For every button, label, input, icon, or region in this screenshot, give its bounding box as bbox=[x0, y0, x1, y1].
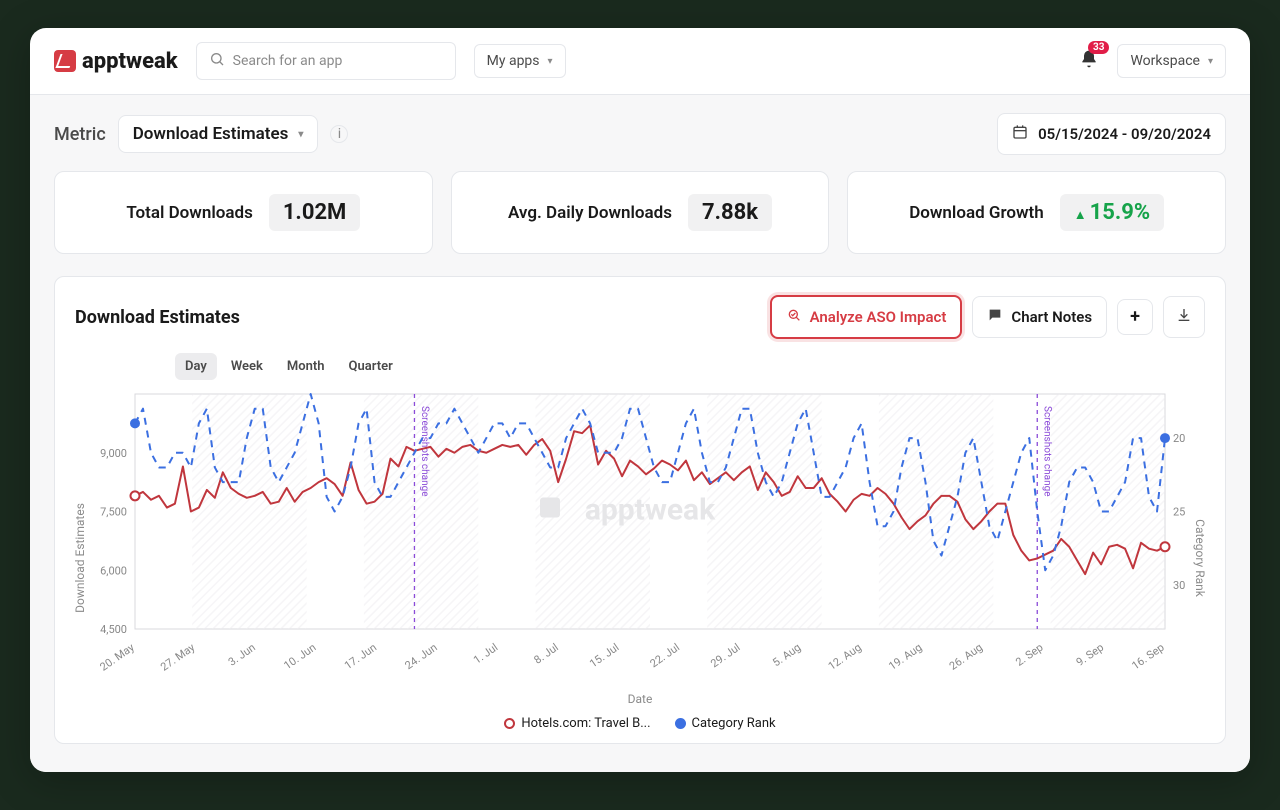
svg-text:29. Jul: 29. Jul bbox=[708, 641, 742, 670]
notifications-badge: 33 bbox=[1088, 41, 1109, 54]
svg-text:7,500: 7,500 bbox=[100, 506, 127, 519]
granularity-day[interactable]: Day bbox=[175, 353, 217, 380]
svg-text:10. Jun: 10. Jun bbox=[281, 641, 318, 672]
chevron-down-icon: ▾ bbox=[1208, 56, 1213, 67]
kpi-label: Avg. Daily Downloads bbox=[508, 203, 672, 223]
svg-text:6,000: 6,000 bbox=[100, 564, 127, 577]
kpi-value: ▲15.9% bbox=[1060, 194, 1164, 231]
legend-marker bbox=[504, 718, 515, 729]
chevron-down-icon: ▾ bbox=[548, 56, 553, 67]
x-axis-label: Date bbox=[75, 692, 1205, 706]
brand-name: apptweak bbox=[82, 49, 178, 74]
legend-label: Category Rank bbox=[692, 716, 776, 731]
svg-text:9,000: 9,000 bbox=[100, 447, 127, 460]
add-button[interactable]: + bbox=[1117, 299, 1153, 335]
metric-select[interactable]: Download Estimates ▾ bbox=[118, 115, 319, 153]
granularity-week[interactable]: Week bbox=[221, 353, 273, 380]
search-input[interactable]: Search for an app bbox=[196, 42, 456, 80]
search-placeholder: Search for an app bbox=[233, 53, 343, 69]
brand-mark-icon bbox=[54, 50, 76, 72]
kpi-card: Download Growth ▲15.9% bbox=[847, 171, 1226, 254]
download-button[interactable] bbox=[1163, 296, 1205, 338]
svg-text:3. Jun: 3. Jun bbox=[226, 641, 258, 669]
y-right-axis-label: Category Rank bbox=[1193, 519, 1207, 597]
svg-text:16. Sep: 16. Sep bbox=[1129, 641, 1166, 673]
search-icon bbox=[209, 51, 225, 71]
date-range-label: 05/15/2024 - 09/20/2024 bbox=[1038, 125, 1211, 143]
analyze-icon bbox=[786, 307, 802, 327]
y-left-axis-label: Download Estimates bbox=[73, 503, 87, 613]
svg-text:1. Jul: 1. Jul bbox=[471, 641, 500, 667]
notifications-button[interactable]: 33 bbox=[1079, 49, 1099, 74]
svg-text:4,500: 4,500 bbox=[100, 623, 127, 636]
my-apps-label: My apps bbox=[487, 53, 540, 69]
kpi-label: Total Downloads bbox=[126, 203, 252, 223]
svg-text:19. Aug: 19. Aug bbox=[886, 641, 924, 673]
kpi-label: Download Growth bbox=[909, 203, 1044, 223]
chevron-down-icon: ▾ bbox=[298, 129, 303, 140]
date-range-picker[interactable]: 05/15/2024 - 09/20/2024 bbox=[997, 113, 1226, 155]
svg-text:25: 25 bbox=[1173, 506, 1185, 519]
svg-text:apptweak: apptweak bbox=[585, 493, 716, 528]
kpi-value: 7.88k bbox=[688, 194, 772, 231]
analyze-aso-button[interactable]: Analyze ASO Impact bbox=[770, 295, 963, 339]
svg-text:20. May: 20. May bbox=[98, 640, 138, 673]
analyze-label: Analyze ASO Impact bbox=[810, 308, 947, 326]
granularity-month[interactable]: Month bbox=[277, 353, 335, 380]
svg-text:12. Aug: 12. Aug bbox=[826, 641, 864, 673]
calendar-icon bbox=[1012, 124, 1028, 144]
legend-item-rank[interactable]: Category Rank bbox=[675, 716, 776, 731]
legend-item-downloads[interactable]: Hotels.com: Travel B... bbox=[504, 716, 650, 731]
legend-label: Hotels.com: Travel B... bbox=[521, 716, 650, 731]
svg-text:20: 20 bbox=[1173, 432, 1185, 445]
workspace-label: Workspace bbox=[1130, 53, 1200, 69]
line-chart: 4,500 6,000 7,500 9,000 20 25 30 20. May 27. May… bbox=[75, 384, 1215, 684]
chart-notes-label: Chart Notes bbox=[1011, 308, 1092, 326]
legend-marker bbox=[675, 718, 686, 729]
chart-title: Download Estimates bbox=[75, 307, 240, 328]
svg-text:30: 30 bbox=[1173, 579, 1185, 592]
download-icon bbox=[1176, 307, 1192, 327]
svg-text:Screenshots change: Screenshots change bbox=[419, 406, 430, 497]
chat-icon bbox=[987, 307, 1003, 327]
chart-notes-button[interactable]: Chart Notes bbox=[972, 296, 1107, 338]
svg-text:8. Jul: 8. Jul bbox=[532, 641, 561, 667]
info-icon[interactable]: i bbox=[330, 125, 348, 143]
granularity-quarter[interactable]: Quarter bbox=[339, 353, 403, 380]
svg-text:22. Jul: 22. Jul bbox=[648, 641, 682, 670]
svg-text:17. Jun: 17. Jun bbox=[342, 641, 379, 672]
kpi-card: Total Downloads 1.02M bbox=[54, 171, 433, 254]
svg-text:24. Jun: 24. Jun bbox=[403, 641, 440, 672]
metric-value: Download Estimates bbox=[133, 124, 289, 144]
svg-text:Screenshots change: Screenshots change bbox=[1042, 406, 1053, 497]
svg-text:27. May: 27. May bbox=[158, 640, 198, 673]
plus-icon: + bbox=[1130, 310, 1140, 324]
svg-text:2. Sep: 2. Sep bbox=[1013, 641, 1045, 669]
kpi-card: Avg. Daily Downloads 7.88k bbox=[451, 171, 830, 254]
workspace-select[interactable]: Workspace ▾ bbox=[1117, 44, 1226, 78]
kpi-value: 1.02M bbox=[269, 194, 361, 231]
svg-text:9. Sep: 9. Sep bbox=[1074, 641, 1106, 669]
svg-text:26. Aug: 26. Aug bbox=[947, 641, 985, 673]
svg-text:5. Aug: 5. Aug bbox=[770, 641, 803, 670]
svg-text:15. Jul: 15. Jul bbox=[587, 641, 621, 670]
metric-label: Metric bbox=[54, 124, 106, 145]
my-apps-select[interactable]: My apps ▾ bbox=[474, 44, 566, 78]
brand-logo: apptweak bbox=[54, 49, 178, 74]
